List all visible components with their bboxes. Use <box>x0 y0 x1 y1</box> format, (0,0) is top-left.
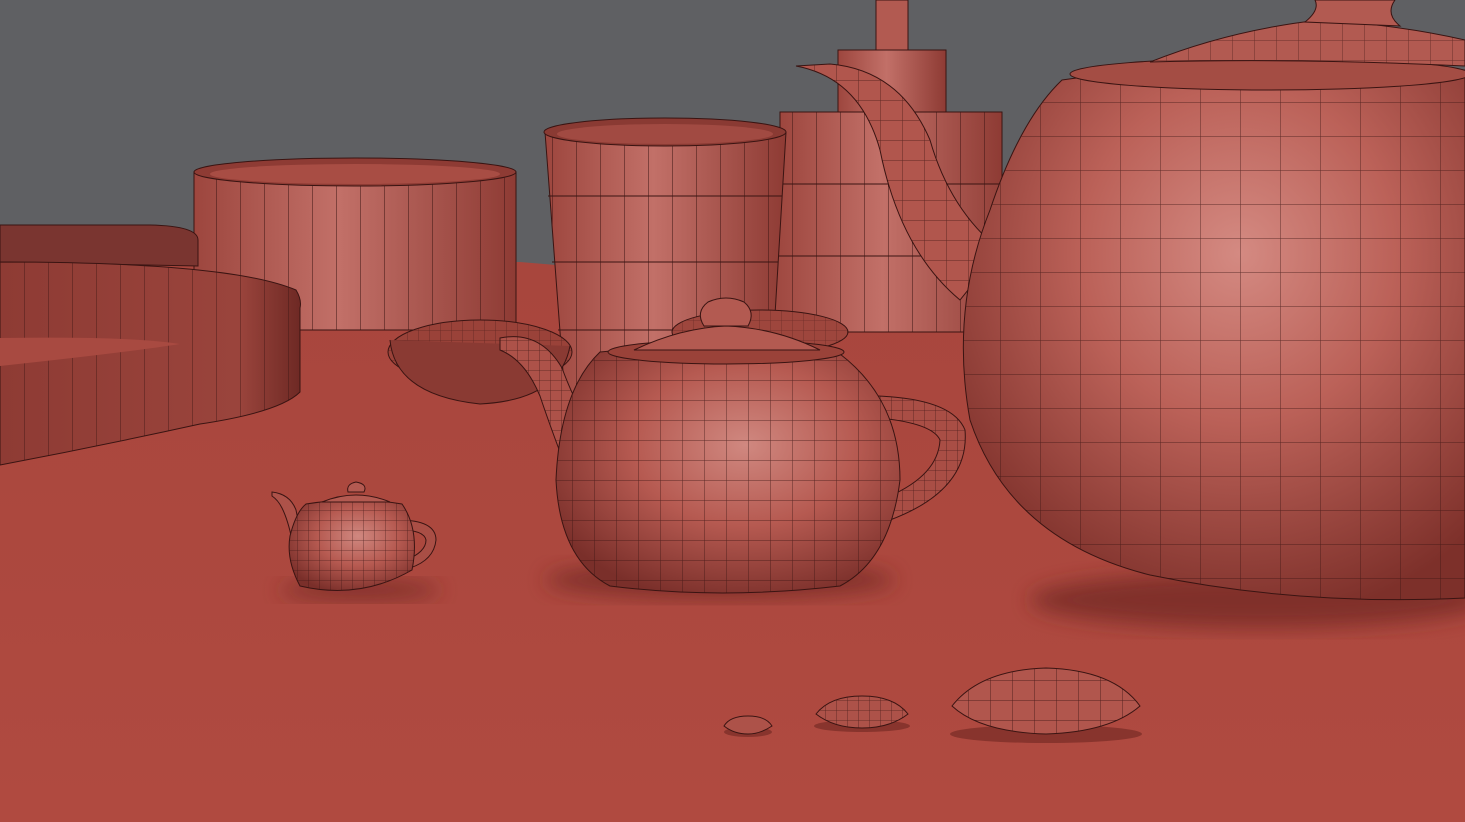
lid-small[interactable] <box>723 715 773 737</box>
3d-viewport[interactable] <box>0 0 1465 822</box>
